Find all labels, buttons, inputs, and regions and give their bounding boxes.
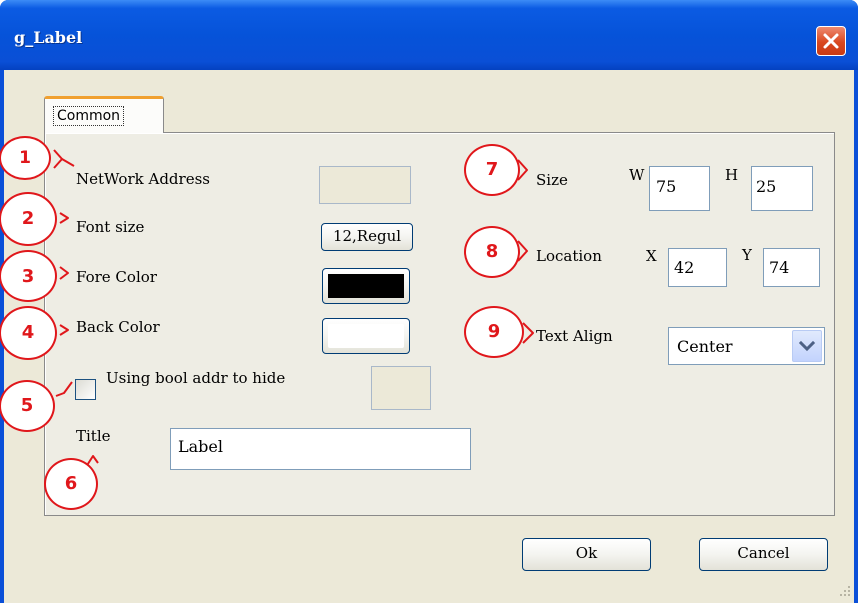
fore-color-label: Fore Color: [76, 268, 157, 286]
title-input[interactable]: Label: [170, 428, 471, 470]
back-color-button[interactable]: [322, 318, 410, 354]
callout-5: 5: [0, 380, 55, 432]
fore-color-button[interactable]: [322, 268, 410, 304]
size-h-input[interactable]: 25: [751, 166, 813, 211]
tab-common[interactable]: Common: [44, 96, 164, 133]
callout-9: 9: [464, 306, 524, 358]
callout-7: 7: [464, 144, 520, 196]
callout-4: 4: [0, 306, 57, 360]
window-title: g_Label: [14, 28, 83, 47]
location-y-input[interactable]: 74: [763, 248, 820, 287]
tab-common-label: Common: [52, 106, 125, 126]
fore-color-swatch: [328, 274, 404, 298]
text-align-value: Center: [677, 337, 733, 356]
hide-checkbox-label: Using bool addr to hide: [106, 369, 286, 387]
size-h-label: H: [725, 166, 739, 184]
font-size-label: Font size: [76, 218, 145, 236]
title-bar[interactable]: g_Label: [0, 0, 858, 70]
network-address-input[interactable]: [319, 166, 411, 204]
callout-3: 3: [0, 250, 57, 302]
text-align-select[interactable]: Center: [668, 327, 825, 365]
close-button[interactable]: [816, 26, 846, 56]
resize-grip-icon[interactable]: [838, 584, 852, 598]
size-w-input[interactable]: 75: [649, 166, 710, 211]
callout-1: 1: [0, 136, 51, 180]
close-icon: [823, 33, 839, 49]
text-align-label: Text Align: [536, 327, 613, 345]
location-label: Location: [536, 247, 602, 265]
dropdown-button[interactable]: [792, 330, 822, 362]
back-color-label: Back Color: [76, 318, 160, 336]
back-color-swatch: [328, 324, 404, 348]
title-label: Title: [76, 427, 111, 445]
chevron-down-icon: [798, 340, 816, 352]
callout-8: 8: [464, 226, 520, 278]
cancel-button[interactable]: Cancel: [699, 538, 828, 571]
location-x-label: X: [646, 247, 657, 265]
hide-address-input[interactable]: [371, 366, 431, 410]
size-w-label: W: [629, 166, 645, 184]
callout-2: 2: [0, 192, 57, 246]
callout-6: 6: [44, 458, 98, 510]
location-x-input[interactable]: 42: [668, 248, 727, 287]
location-y-label: Y: [742, 246, 752, 264]
ok-button[interactable]: Ok: [522, 538, 651, 571]
network-address-label: NetWork Address: [76, 170, 210, 188]
hide-checkbox[interactable]: [75, 379, 96, 400]
size-label: Size: [536, 171, 568, 189]
font-size-button[interactable]: 12,Regul: [321, 223, 413, 251]
